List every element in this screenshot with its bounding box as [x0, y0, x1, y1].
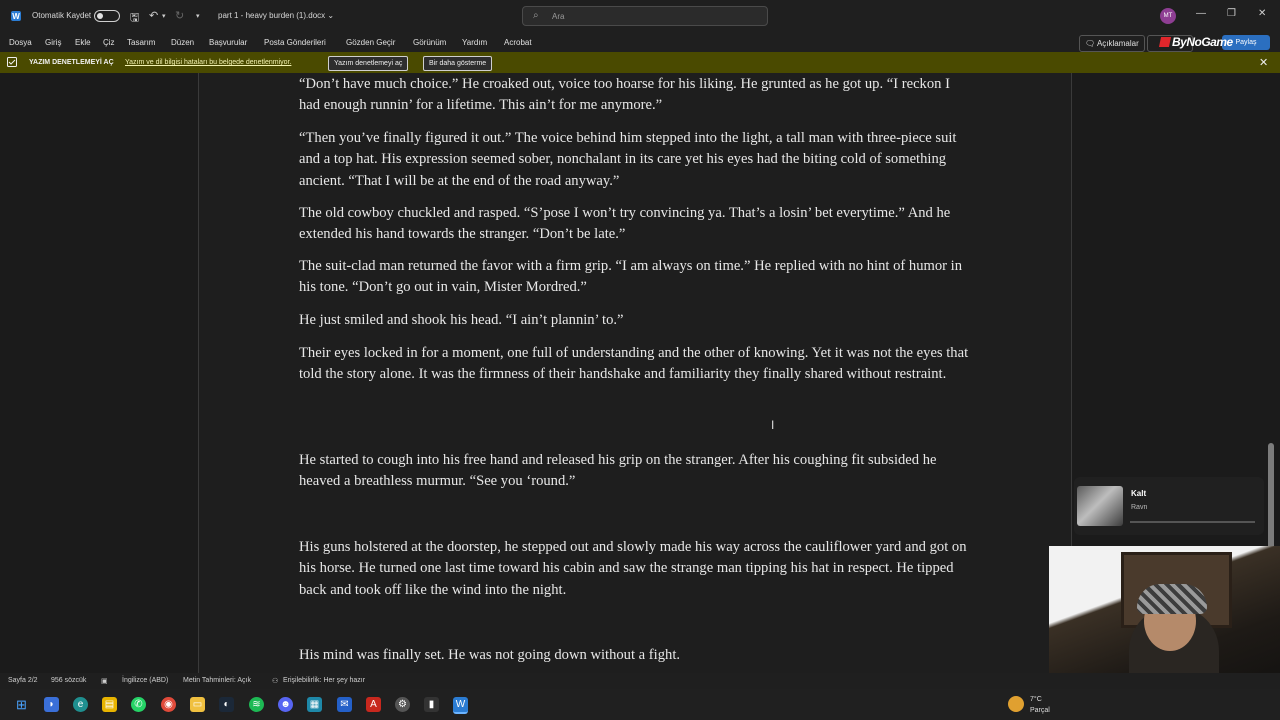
spotify-icon[interactable]: ≋ [249, 697, 264, 712]
autosave-toggle[interactable] [94, 10, 120, 22]
vertical-scrollbar[interactable] [1268, 443, 1274, 558]
app-icon[interactable]: ▦ [307, 697, 322, 712]
edge-icon[interactable]: e [73, 697, 88, 712]
streamer-cap [1137, 584, 1207, 614]
paragraph[interactable]: His guns holstered at the doorstep, he s… [299, 537, 971, 601]
taskbar: ⊞ ◗ e ▤ ✆ ◉ ▭ ◐ ≋ ☻ ▦ ✉ A ⚙ ▮ W 7°C Parç… [0, 689, 1280, 720]
explorer-icon[interactable]: ▤ [102, 697, 117, 712]
language[interactable]: İngilizce (ABD) [122, 677, 168, 684]
settings-icon[interactable]: ⚙ [395, 697, 410, 712]
tab-yardim[interactable]: Yardım [462, 38, 487, 47]
status-bar: Sayfa 2/2 956 sözcük ▣ İngilizce (ABD) M… [0, 673, 1280, 689]
accessibility-status[interactable]: Erişilebilirlik: Her şey hazır [283, 677, 365, 684]
customize-toolbar-icon[interactable]: ▾ [196, 12, 200, 20]
mail-icon[interactable]: ✉ [337, 697, 352, 712]
paragraph[interactable]: The suit-clad man returned the favor wit… [299, 256, 971, 299]
minimize-icon[interactable]: — [1196, 8, 1206, 19]
tab-duzen[interactable]: Düzen [171, 38, 194, 47]
whatsapp-icon[interactable]: ✆ [131, 697, 146, 712]
avatar[interactable]: MT [1160, 8, 1176, 24]
accessibility-icon: ⚇ [272, 678, 279, 685]
acrobat-icon[interactable]: A [366, 697, 381, 712]
paragraph[interactable]: He just smiled and shook his head. “I ai… [299, 310, 971, 331]
proofing-icon[interactable]: ▣ [101, 677, 108, 685]
copilot-icon[interactable]: ◗ [44, 697, 59, 712]
redo-icon[interactable]: ↻ [175, 9, 184, 22]
word-taskbar-icon[interactable]: W [453, 697, 468, 714]
tab-ciz[interactable]: Çiz [103, 38, 115, 47]
tab-dosya[interactable]: Dosya [9, 38, 32, 47]
paragraph[interactable]: Their eyes locked in for a moment, one f… [299, 343, 971, 386]
tab-gozden-gecir[interactable]: Gözden Geçir [346, 38, 395, 47]
search-input[interactable]: ⌕ Ara [522, 6, 768, 26]
comments-label: Açıklamalar [1096, 39, 1139, 48]
title-bar: W Otomatik Kaydet 🖫 ↶ ▾ ↻ ▾ part 1 - hea… [0, 0, 1280, 32]
paragraph[interactable]: The old cowboy chuckled and rasped. “S’p… [299, 203, 971, 246]
document-title[interactable]: part 1 - heavy burden (1).docx ⌄ [218, 11, 334, 20]
paragraph[interactable]: He started to cough into his free hand a… [299, 450, 971, 493]
tab-basvurular[interactable]: Başvurular [209, 38, 247, 47]
undo-icon[interactable]: ↶ [149, 9, 158, 22]
bynogame-overlay-logo: ByNoGame [1160, 35, 1233, 49]
notification-message[interactable]: Yazım ve dil bilgisi hataları bu belgede… [125, 59, 291, 66]
undo-dropdown-icon[interactable]: ▾ [162, 12, 166, 20]
dont-show-again-button[interactable]: Bir daha gösterme [423, 56, 493, 71]
tab-posta-gonderileri[interactable]: Posta Gönderileri [264, 38, 326, 47]
steam-icon[interactable]: ◐ [219, 697, 234, 712]
terminal-icon[interactable]: ▮ [424, 697, 439, 712]
tab-acrobat[interactable]: Acrobat [504, 38, 532, 47]
notification-title: YAZIM DENETLEMEYİ AÇ [29, 59, 114, 66]
tab-ekle[interactable]: Ekle [75, 38, 91, 47]
comments-button[interactable]: 🗨 Açıklamalar [1079, 35, 1145, 52]
text-predictions[interactable]: Metin Tahminleri: Açık [183, 677, 251, 684]
album-art [1077, 486, 1123, 526]
weather-temp: 7°C [1030, 696, 1042, 703]
tab-tasarim[interactable]: Tasarım [127, 38, 155, 47]
chrome-icon[interactable]: ◉ [161, 697, 176, 712]
spellcheck-notification-bar: YAZIM DENETLEMEYİ AÇ Yazım ve dil bilgis… [0, 52, 1280, 73]
tab-gorunum[interactable]: Görünüm [413, 38, 446, 47]
paragraph[interactable]: His mind was finally set. He was not goi… [299, 645, 971, 666]
media-widget[interactable]: Kalt Ravn [1074, 477, 1264, 535]
folder-icon[interactable]: ▭ [190, 697, 205, 712]
track-progress-bar[interactable] [1130, 521, 1255, 523]
comment-icon: 🗨 [1085, 39, 1096, 48]
enable-spellcheck-button[interactable]: Yazım denetlemeyi aç [328, 56, 409, 71]
ribbon-tabs: Dosya Giriş Ekle Çiz Tasarım Düzen Başvu… [0, 32, 1280, 52]
document-title-text: part 1 - heavy burden (1).docx [218, 11, 326, 20]
page-count[interactable]: Sayfa 2/2 [8, 677, 38, 684]
save-icon[interactable]: 🖫 [130, 9, 139, 28]
search-icon: ⌕ [533, 10, 539, 21]
weather-icon [1008, 696, 1024, 712]
discord-icon[interactable]: ☻ [278, 697, 293, 712]
weather-condition: Parçal [1030, 707, 1050, 714]
search-placeholder: Ara [552, 12, 565, 21]
restore-icon[interactable]: ❐ [1227, 8, 1236, 19]
tab-giris[interactable]: Giriş [45, 38, 61, 47]
paragraph[interactable]: “Then you’ve finally figured it out.” Th… [299, 128, 971, 192]
text-cursor-icon: I [771, 418, 775, 432]
close-notification-icon[interactable]: ✕ [1259, 56, 1268, 69]
word-count[interactable]: 956 sözcük [51, 677, 86, 684]
track-title: Kalt [1131, 489, 1147, 498]
autosave-label: Otomatik Kaydet [32, 11, 92, 20]
start-icon[interactable]: ⊞ [14, 697, 29, 712]
close-icon[interactable]: ✕ [1258, 8, 1266, 19]
paragraph[interactable]: “Don’t have much choice.” He croaked out… [299, 74, 971, 117]
word-app-icon: W [11, 11, 21, 21]
spellcheck-icon [7, 57, 17, 67]
track-artist: Ravn [1131, 504, 1148, 511]
document-page[interactable]: “Don’t have much choice.” He croaked out… [198, 73, 1072, 673]
